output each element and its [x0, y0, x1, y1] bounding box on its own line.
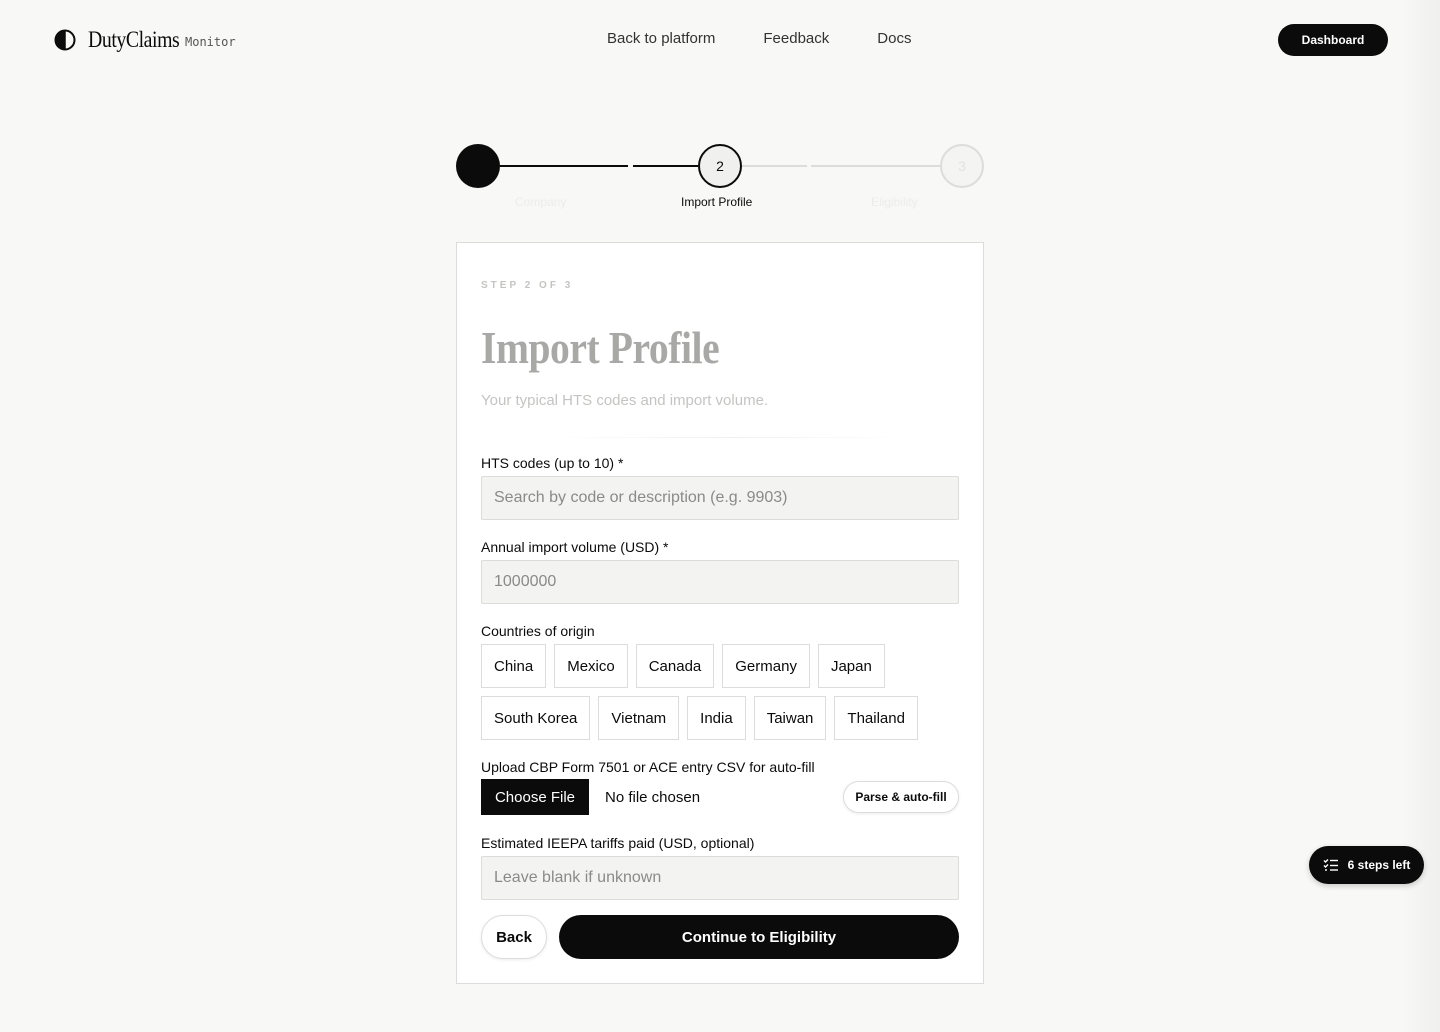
step-2-label: Import Profile: [681, 195, 753, 209]
import-volume-input[interactable]: [481, 560, 959, 604]
country-chip-germany[interactable]: Germany: [722, 644, 810, 688]
progress-stepper: 2 3 Company Import Profile Eligibility: [456, 144, 984, 214]
stepper-line: [742, 165, 807, 167]
step-eyebrow: STEP 2 OF 3: [481, 280, 574, 291]
hts-codes-label: HTS codes (up to 10) *: [481, 455, 624, 471]
step-1-label: Company: [515, 195, 567, 209]
steps-left-pill[interactable]: 6 steps left: [1309, 846, 1424, 884]
country-chip-india[interactable]: India: [687, 696, 746, 740]
choose-file-button[interactable]: Choose File: [481, 779, 589, 815]
nav-feedback[interactable]: Feedback: [763, 30, 829, 47]
parse-autofill-button[interactable]: Parse & auto-fill: [843, 781, 959, 813]
country-chip-china[interactable]: China: [481, 644, 547, 688]
country-chip-thailand[interactable]: Thailand: [834, 696, 918, 740]
countries-row-2: South Korea Vietnam India Taiwan Thailan…: [481, 696, 959, 740]
step-1-circle: [456, 144, 500, 188]
main-nav: Back to platform Feedback Docs: [607, 30, 959, 47]
tariffs-label: Estimated IEEPA tariffs paid (USD, optio…: [481, 835, 755, 851]
dashboard-button[interactable]: Dashboard: [1278, 24, 1388, 56]
step-3-circle: 3: [940, 144, 984, 188]
top-header: DutyClaims Monitor Back to platform Feed…: [0, 0, 1440, 80]
country-chip-taiwan[interactable]: Taiwan: [753, 696, 827, 740]
upload-label: Upload CBP Form 7501 or ACE entry CSV fo…: [481, 759, 815, 775]
step-3-label: Eligibility: [871, 195, 918, 209]
country-chip-south-korea[interactable]: South Korea: [481, 696, 591, 740]
import-volume-label: Annual import volume (USD) *: [481, 539, 669, 555]
brand-sub: Monitor: [185, 35, 236, 49]
country-chip-japan[interactable]: Japan: [817, 644, 885, 688]
countries-label: Countries of origin: [481, 623, 595, 639]
nav-back-to-platform[interactable]: Back to platform: [607, 30, 715, 47]
countries-row-1: China Mexico Canada Germany Japan: [481, 644, 959, 688]
step-2-circle: 2: [698, 144, 742, 188]
file-status: No file chosen: [605, 789, 701, 806]
stepper-line: [633, 165, 698, 167]
continue-button[interactable]: Continue to Eligibility: [559, 915, 959, 959]
brand-name: DutyClaims: [88, 27, 180, 52]
country-chip-vietnam[interactable]: Vietnam: [598, 696, 680, 740]
nav-docs[interactable]: Docs: [877, 30, 911, 47]
steps-left-label: 6 steps left: [1347, 858, 1411, 872]
tariffs-input[interactable]: [481, 856, 959, 900]
stepper-line: [500, 165, 628, 167]
divider: [553, 437, 905, 438]
country-chip-canada[interactable]: Canada: [635, 644, 715, 688]
logo-mark-icon: [54, 29, 76, 51]
logo[interactable]: DutyClaims Monitor: [54, 27, 236, 53]
checklist-icon: [1323, 859, 1338, 871]
import-profile-card: STEP 2 OF 3 Import Profile Your typical …: [456, 242, 984, 984]
stepper-line: [811, 165, 940, 167]
back-button[interactable]: Back: [481, 915, 547, 959]
hts-codes-input[interactable]: [481, 476, 959, 520]
page-subtitle: Your typical HTS codes and import volume…: [481, 392, 769, 409]
page-title: Import Profile: [481, 322, 720, 373]
country-chip-mexico[interactable]: Mexico: [554, 644, 628, 688]
